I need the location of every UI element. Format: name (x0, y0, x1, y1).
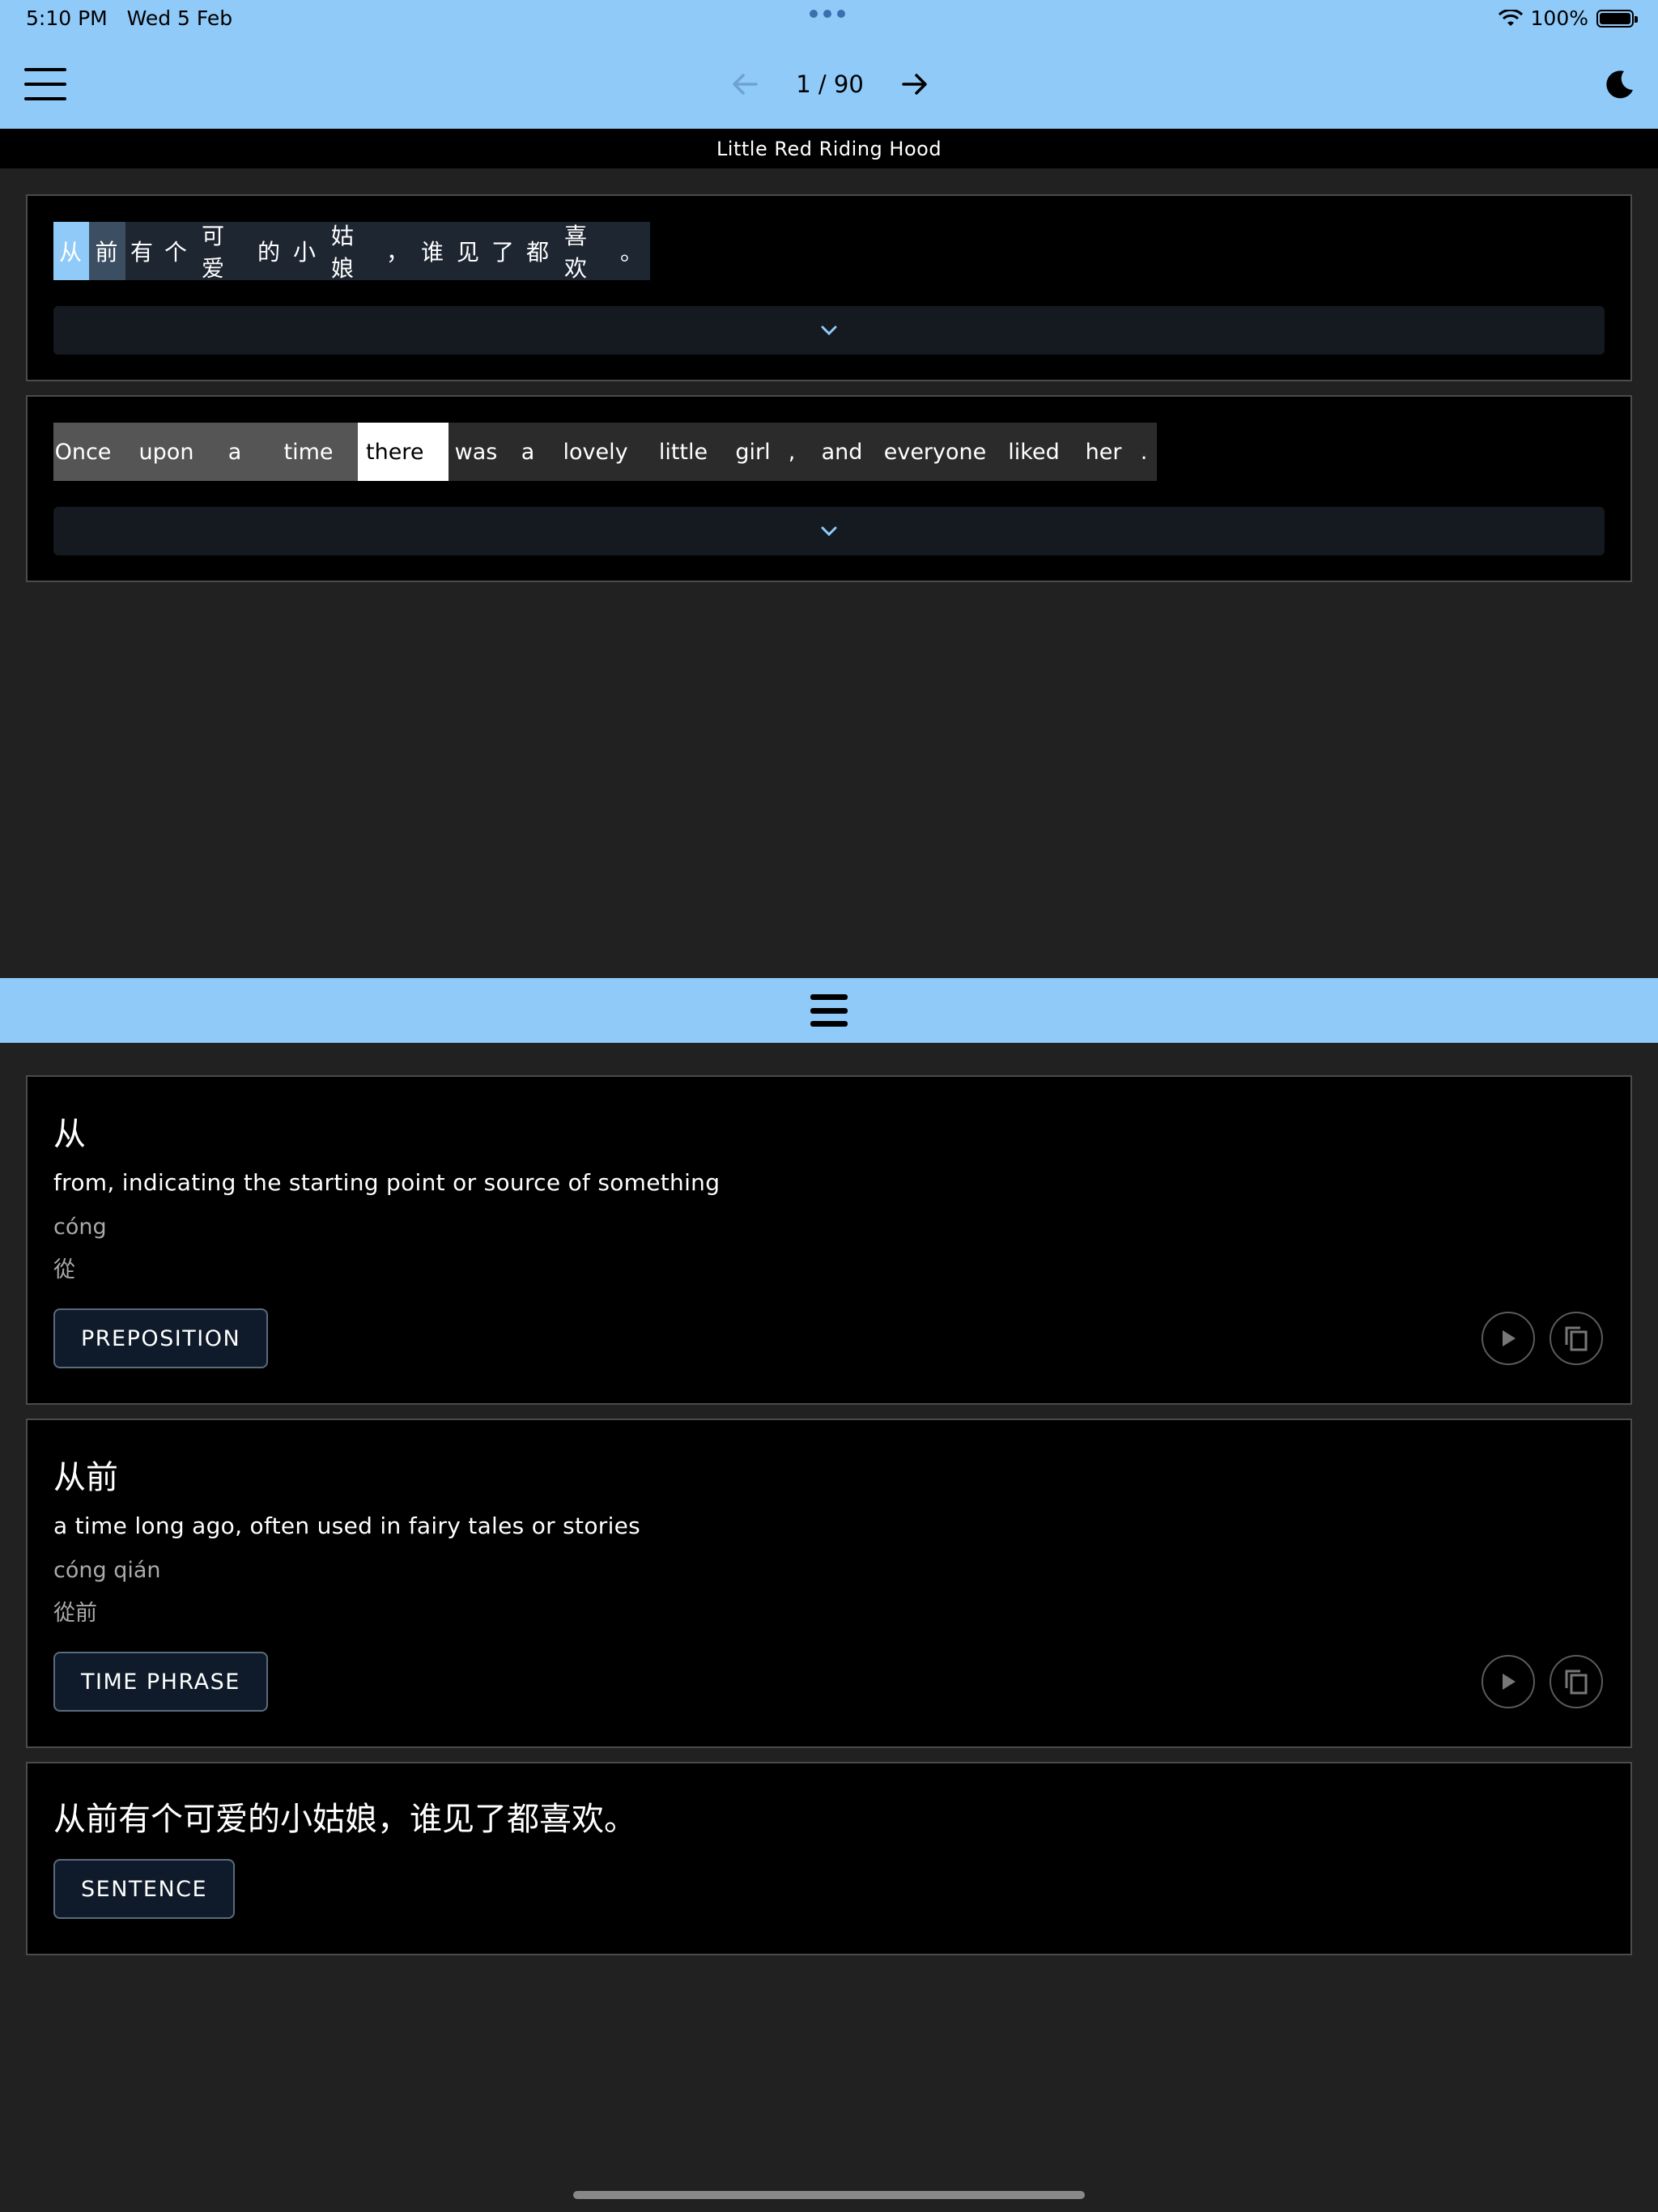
page-counter: 1 / 90 (796, 70, 864, 98)
token-en[interactable]: little (639, 423, 728, 481)
part-of-speech-chip[interactable]: PREPOSITION (53, 1308, 269, 1368)
sentence-text: 从前有个可爱的小姑娘，谁见了都喜欢。 (53, 1801, 636, 1838)
next-page-button[interactable] (899, 68, 931, 100)
status-indicators: 100% (1498, 6, 1638, 30)
token-en[interactable]: was (449, 423, 504, 481)
panel-resize-handle[interactable] (0, 978, 1658, 1043)
entry-word: 从 (53, 1116, 86, 1153)
chevron-down-icon (821, 526, 837, 537)
copy-button[interactable] (1550, 1655, 1603, 1708)
token-cn[interactable]: 谁 (415, 222, 451, 280)
token-cn[interactable]: 的 (252, 222, 287, 280)
dictionary-entry-card: 从前 a time long ago, often used in fairy … (26, 1419, 1632, 1748)
dictionary-entry-card: 从 from, indicating the starting point or… (26, 1075, 1632, 1405)
previous-page-button[interactable] (729, 68, 761, 100)
menu-icon[interactable] (24, 68, 66, 100)
story-title: Little Red Riding Hood (0, 129, 1658, 168)
chinese-sentence-card: 从 前 有 个 可爱 的 小 姑娘 ， 谁 见 了 都 喜欢 。 (26, 194, 1632, 381)
part-of-speech-chip[interactable]: TIME PHRASE (53, 1652, 268, 1712)
token-en[interactable]: , (778, 423, 806, 481)
sentence-card: 从前有个可爱的小姑娘，谁见了都喜欢。 SENTENCE (26, 1762, 1632, 1955)
token-en[interactable]: liked (992, 423, 1076, 481)
play-audio-button[interactable] (1482, 1655, 1535, 1708)
copy-icon (1565, 1670, 1588, 1695)
token-en[interactable]: upon (122, 423, 210, 481)
token-cn[interactable]: 姑娘 (323, 222, 381, 282)
token-cn[interactable]: 从 (53, 222, 89, 280)
token-cn[interactable]: 见 (451, 222, 487, 280)
english-sentence-card: Once upon a time there was a lovely litt… (26, 395, 1632, 582)
token-en[interactable]: girl (728, 423, 778, 481)
play-icon (1503, 1674, 1516, 1690)
token-en[interactable]: a (504, 423, 552, 481)
copy-icon (1565, 1326, 1588, 1351)
token-en[interactable]: and (806, 423, 878, 481)
entry-meaning: a time long ago, often used in fairy tal… (53, 1512, 641, 1539)
entry-pinyin: cóng qián (53, 1558, 161, 1583)
entry-traditional: 從前 (53, 1601, 97, 1626)
expand-translation-button[interactable] (53, 306, 1605, 355)
entry-word: 从前 (53, 1459, 118, 1496)
english-token-row: Once upon a time there was a lovely litt… (53, 423, 1157, 481)
token-cn[interactable]: 。 (614, 222, 650, 280)
token-en[interactable]: everyone (878, 423, 992, 481)
drag-handle-icon (810, 994, 848, 1027)
play-icon (1503, 1330, 1516, 1346)
token-en[interactable]: time (259, 423, 358, 481)
token-cn[interactable]: 都 (521, 222, 556, 280)
sentence-chip[interactable]: SENTENCE (53, 1859, 236, 1919)
home-indicator[interactable] (573, 2191, 1085, 2199)
top-app-bar: 5:10 PM Wed 5 Feb 100% 1 / 90 (0, 0, 1658, 129)
token-en[interactable]: a (210, 423, 259, 481)
page-navigator: 1 / 90 (729, 63, 931, 105)
chinese-token-row: 从 前 有 个 可爱 的 小 姑娘 ， 谁 见 了 都 喜欢 。 (53, 222, 650, 282)
token-en[interactable]: there (358, 423, 449, 481)
battery-percent: 100% (1530, 6, 1588, 30)
token-en[interactable]: lovely (552, 423, 639, 481)
multitasking-dots-icon[interactable] (810, 10, 845, 18)
token-en[interactable]: her (1076, 423, 1131, 481)
token-cn[interactable]: 有 (125, 222, 159, 280)
entry-meaning: from, indicating the starting point or s… (53, 1169, 721, 1196)
token-en[interactable]: . (1131, 423, 1157, 481)
battery-icon (1596, 9, 1638, 28)
token-cn[interactable]: 喜欢 (556, 222, 614, 282)
entry-pinyin: cóng (53, 1214, 107, 1240)
token-cn[interactable]: 可爱 (193, 222, 252, 282)
status-time: 5:10 PM Wed 5 Feb (26, 6, 233, 30)
expand-translation-button[interactable] (53, 507, 1605, 555)
token-cn[interactable]: 个 (159, 222, 193, 280)
token-cn[interactable]: 小 (287, 222, 323, 280)
token-cn[interactable]: ， (381, 222, 415, 280)
entry-traditional: 從 (53, 1257, 75, 1283)
token-cn[interactable]: 前 (89, 222, 125, 280)
token-cn[interactable]: 了 (487, 222, 521, 280)
dark-mode-moon-icon[interactable] (1603, 68, 1635, 100)
wifi-icon (1498, 9, 1523, 26)
chevron-down-icon (821, 325, 837, 336)
copy-button[interactable] (1550, 1312, 1603, 1365)
play-audio-button[interactable] (1482, 1312, 1535, 1365)
token-en[interactable]: Once (53, 423, 122, 481)
